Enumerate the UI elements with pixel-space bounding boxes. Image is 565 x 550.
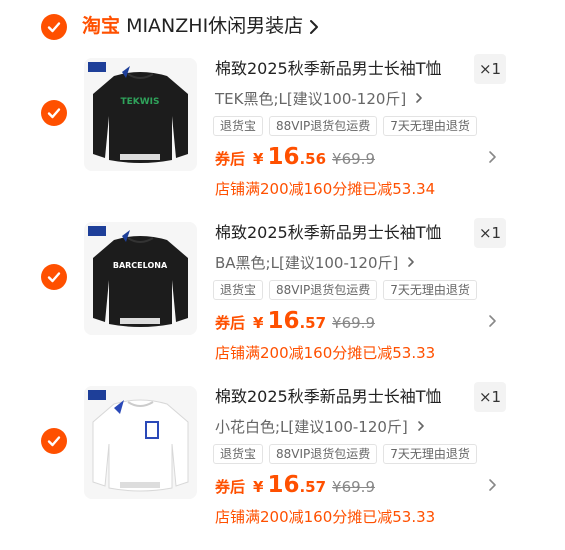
price-integer: 16 [267, 144, 300, 170]
currency-symbol: ¥ [253, 478, 264, 496]
tag-88vip-return-shipping: 88VIP退货包运费 [269, 444, 378, 464]
price-label: 券后 [215, 478, 246, 496]
chevron-right-icon [408, 257, 414, 267]
variant-label: 小花白色;L[建议100-120斤] [215, 418, 408, 436]
cart-item: TEKWIS 棉致2025秋季新品男士长袖T恤 ×1 TEK黑色;L[建议100… [0, 54, 565, 222]
price-row: 券后 ¥ 16 .57 ¥69.9 [215, 472, 375, 502]
check-icon [47, 108, 61, 119]
item-select-checkbox[interactable] [41, 100, 67, 126]
product-title[interactable]: 棉致2025秋季新品男士长袖T恤 [215, 222, 442, 244]
price-label: 券后 [215, 150, 246, 168]
currency-symbol: ¥ [253, 150, 264, 168]
shirt-print: BARCELONA [113, 261, 168, 270]
tag-return-insurance: 退货宝 [213, 116, 264, 136]
original-price: ¥69.9 [332, 314, 375, 332]
sweatshirt-image: BARCELONA [84, 222, 197, 335]
chevron-right-icon [416, 93, 422, 103]
taobao-brand-label: 淘宝 [82, 15, 121, 37]
chevron-right-icon [310, 19, 319, 34]
sweatshirt-image [84, 386, 197, 499]
product-thumbnail[interactable] [84, 386, 197, 499]
chevron-right-icon [417, 421, 424, 431]
tag-7day-return: 7天无理由退货 [383, 116, 477, 136]
cart-item: BARCELONA 棉致2025秋季新品男士长袖T恤 ×1 BA黑色;L[建议1… [0, 218, 565, 386]
price-row: 券后 ¥ 16 .56 ¥69.9 [215, 144, 375, 174]
price-decimal: .57 [299, 314, 327, 332]
promo-text: 店铺满200减160分摊已减53.34 [215, 180, 436, 198]
service-tags: 退货宝 88VIP退货包运费 7天无理由退货 [213, 280, 477, 300]
variant-label: BA黑色;L[建议100-120斤] [215, 254, 399, 272]
quantity-button[interactable]: ×1 [474, 382, 506, 412]
price-detail-chevron-icon[interactable] [488, 478, 498, 492]
check-icon [47, 22, 61, 33]
product-title[interactable]: 棉致2025秋季新品男士长袖T恤 [215, 386, 442, 408]
variant-selector[interactable]: BA黑色;L[建议100-120斤] [215, 252, 415, 274]
promo-text: 店铺满200减160分摊已减53.33 [215, 344, 436, 362]
product-thumbnail[interactable]: BARCELONA [84, 222, 197, 335]
tag-return-insurance: 退货宝 [213, 444, 264, 464]
tag-7day-return: 7天无理由退货 [383, 280, 477, 300]
service-tags: 退货宝 88VIP退货包运费 7天无理由退货 [213, 444, 477, 464]
tag-return-insurance: 退货宝 [213, 280, 264, 300]
service-tags: 退货宝 88VIP退货包运费 7天无理由退货 [213, 116, 477, 136]
product-title[interactable]: 棉致2025秋季新品男士长袖T恤 [215, 58, 442, 80]
price-decimal: .57 [299, 478, 327, 496]
check-icon [47, 436, 61, 447]
price-integer: 16 [267, 472, 300, 498]
shop-select-checkbox[interactable] [41, 14, 67, 40]
price-detail-chevron-icon[interactable] [488, 314, 498, 328]
check-icon [47, 272, 61, 283]
price-integer: 16 [267, 308, 300, 334]
tag-88vip-return-shipping: 88VIP退货包运费 [269, 280, 378, 300]
price-detail-chevron-icon[interactable] [488, 150, 498, 164]
item-select-checkbox[interactable] [41, 428, 67, 454]
shop-name: MIANZHI休闲男装店 [126, 15, 304, 37]
price-row: 券后 ¥ 16 .57 ¥69.9 [215, 308, 375, 338]
price-label: 券后 [215, 314, 246, 332]
promo-text: 店铺满200减160分摊已减53.33 [215, 508, 436, 526]
original-price: ¥69.9 [332, 150, 375, 168]
shirt-print: TEKWIS [120, 97, 159, 107]
currency-symbol: ¥ [253, 314, 264, 332]
variant-label: TEK黑色;L[建议100-120斤] [215, 90, 407, 108]
shop-name-link[interactable]: 淘宝 MIANZHI休闲男装店 [82, 12, 319, 40]
variant-selector[interactable]: TEK黑色;L[建议100-120斤] [215, 88, 423, 110]
original-price: ¥69.9 [332, 478, 375, 496]
price-decimal: .56 [299, 150, 327, 168]
quantity-button[interactable]: ×1 [474, 54, 506, 84]
shop-header[interactable]: 淘宝 MIANZHI休闲男装店 [0, 0, 565, 52]
tag-7day-return: 7天无理由退货 [383, 444, 477, 464]
tag-88vip-return-shipping: 88VIP退货包运费 [269, 116, 378, 136]
item-select-checkbox[interactable] [41, 264, 67, 290]
product-thumbnail[interactable]: TEKWIS [84, 58, 197, 171]
sweatshirt-image: TEKWIS [84, 58, 197, 171]
quantity-button[interactable]: ×1 [474, 218, 506, 248]
variant-selector[interactable]: 小花白色;L[建议100-120斤] [215, 416, 425, 438]
cart-item: 棉致2025秋季新品男士长袖T恤 ×1 小花白色;L[建议100-120斤] 退… [0, 382, 565, 550]
